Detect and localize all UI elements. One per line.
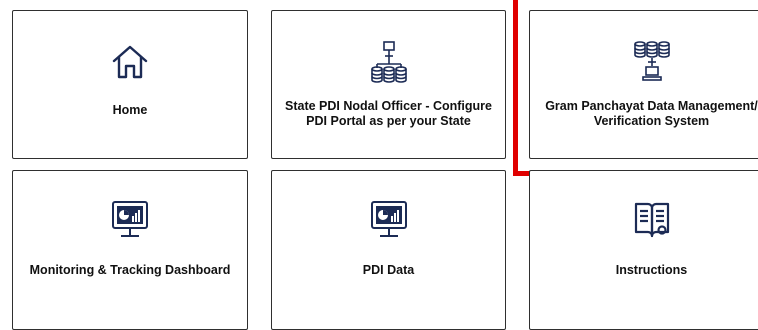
tile-home[interactable]: Home bbox=[12, 10, 248, 159]
tile-monitoring-label: Monitoring & Tracking Dashboard bbox=[29, 263, 231, 277]
database-computer-icon bbox=[630, 35, 674, 89]
tile-pdi-data[interactable]: PDI Data bbox=[271, 170, 506, 330]
tile-state-pdi-label: State PDI Nodal Officer - Configure PDI … bbox=[285, 99, 492, 128]
tile-gram-panchayat-label: Gram Panchayat Data Management/ Verifica… bbox=[545, 99, 758, 128]
tile-state-pdi[interactable]: State PDI Nodal Officer - Configure PDI … bbox=[271, 10, 506, 159]
tile-home-label: Home bbox=[112, 103, 148, 117]
dashboard-monitor-icon bbox=[367, 193, 411, 247]
database-network-icon bbox=[367, 35, 411, 89]
tile-instructions[interactable]: Instructions bbox=[529, 170, 758, 330]
tile-monitoring[interactable]: Monitoring & Tracking Dashboard bbox=[12, 170, 248, 330]
book-icon bbox=[630, 193, 674, 247]
tile-instructions-label: Instructions bbox=[615, 263, 688, 277]
home-icon bbox=[110, 35, 150, 89]
tile-gram-panchayat[interactable]: Gram Panchayat Data Management/ Verifica… bbox=[529, 10, 758, 159]
dashboard-monitor-icon bbox=[108, 193, 152, 247]
tile-pdi-data-label: PDI Data bbox=[362, 263, 415, 277]
